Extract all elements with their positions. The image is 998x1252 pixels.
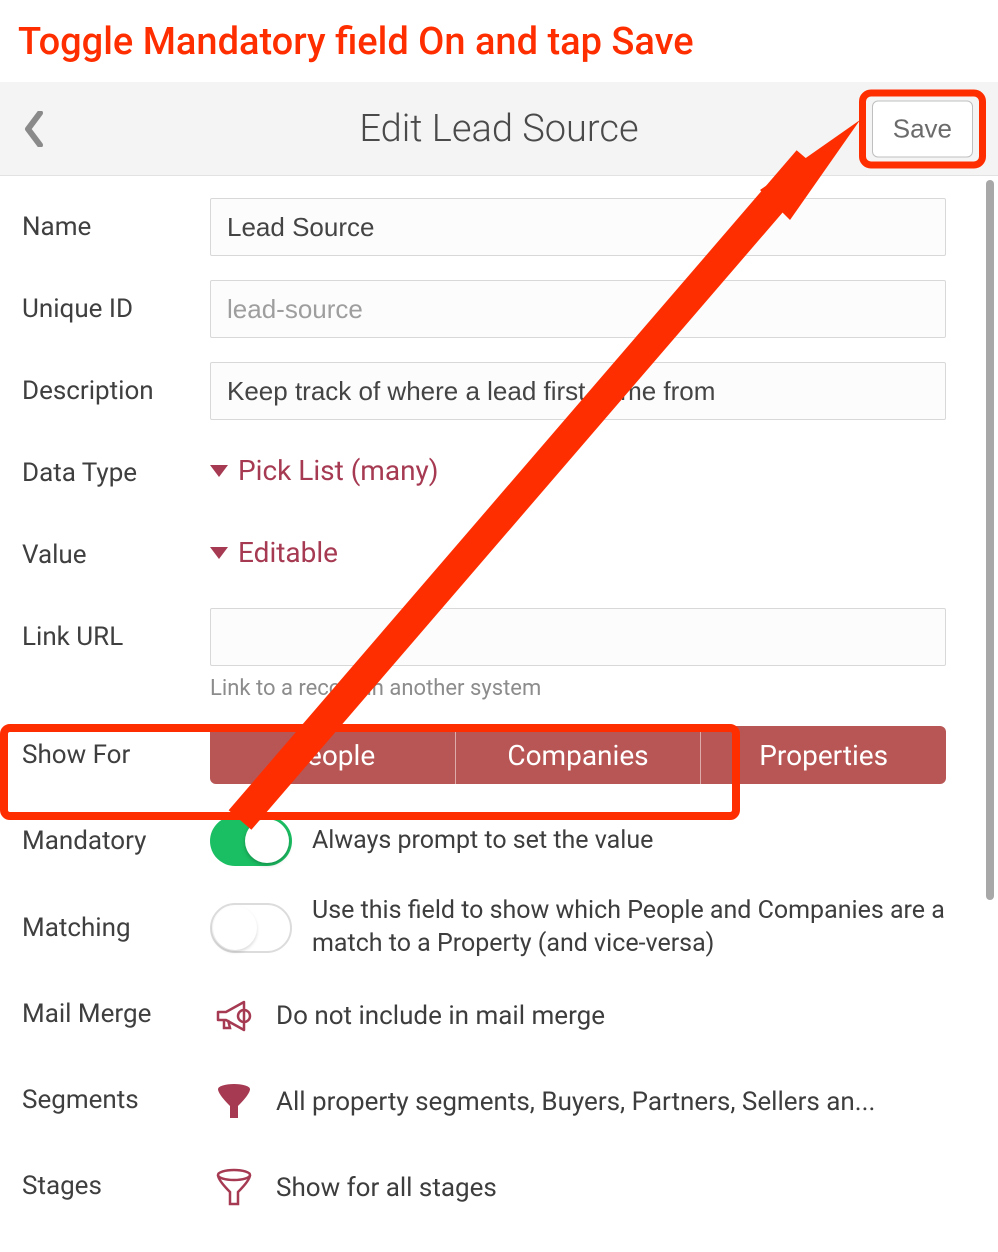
- header-bar: Edit Lead Source Save: [0, 82, 998, 176]
- save-highlight: Save: [859, 89, 986, 168]
- value-value: Editable: [238, 536, 338, 569]
- mail-merge-row[interactable]: Do not include in mail merge: [210, 988, 946, 1040]
- segments-text: All property segments, Buyers, Partners,…: [276, 1087, 875, 1117]
- mail-merge-label: Mail Merge: [22, 999, 210, 1029]
- mandatory-text: Always prompt to set the value: [312, 825, 653, 858]
- instruction-text: Toggle Mandatory field On and tap Save: [0, 0, 998, 82]
- unique-id-input[interactable]: [210, 280, 946, 338]
- funnel-icon: [210, 1078, 258, 1126]
- megaphone-icon: [210, 992, 258, 1040]
- unique-id-label: Unique ID: [22, 280, 210, 324]
- data-type-value: Pick List (many): [238, 454, 439, 487]
- show-for-segmented: People Companies Properties: [210, 726, 946, 784]
- matching-label: Matching: [22, 913, 210, 943]
- segment-companies[interactable]: Companies: [456, 726, 702, 784]
- segment-people[interactable]: People: [210, 726, 456, 784]
- link-url-label: Link URL: [22, 608, 210, 652]
- description-label: Description: [22, 362, 210, 406]
- triangle-down-icon: [210, 547, 228, 559]
- matching-text: Use this field to show which People and …: [312, 895, 946, 960]
- save-button[interactable]: Save: [872, 100, 973, 157]
- name-label: Name: [22, 198, 210, 242]
- description-input[interactable]: [210, 362, 946, 420]
- scroll-bar[interactable]: [986, 180, 994, 900]
- segment-properties[interactable]: Properties: [701, 726, 946, 784]
- mail-merge-text: Do not include in mail merge: [276, 1001, 605, 1031]
- funnel-outline-icon: [210, 1164, 258, 1212]
- mandatory-label: Mandatory: [22, 826, 210, 856]
- stages-text: Show for all stages: [276, 1173, 497, 1203]
- stages-row[interactable]: Show for all stages: [210, 1160, 946, 1212]
- value-label: Value: [22, 526, 210, 570]
- value-select[interactable]: Editable: [210, 526, 338, 569]
- chevron-left-icon: [24, 111, 44, 147]
- segments-row[interactable]: All property segments, Buyers, Partners,…: [210, 1074, 946, 1126]
- mandatory-toggle[interactable]: [210, 816, 292, 866]
- link-url-input[interactable]: [210, 608, 946, 666]
- name-input[interactable]: [210, 198, 946, 256]
- back-button[interactable]: [24, 111, 44, 147]
- data-type-label: Data Type: [22, 444, 210, 488]
- page-title: Edit Lead Source: [18, 107, 980, 151]
- triangle-down-icon: [210, 465, 228, 477]
- segments-label: Segments: [22, 1085, 210, 1115]
- data-type-select[interactable]: Pick List (many): [210, 444, 439, 487]
- matching-toggle[interactable]: [210, 903, 292, 953]
- form-area: Name Unique ID Description Data Type Pic…: [0, 176, 998, 1246]
- show-for-label: Show For: [22, 740, 210, 770]
- stages-label: Stages: [22, 1171, 210, 1201]
- link-url-hint: Link to a record in another system: [210, 676, 946, 701]
